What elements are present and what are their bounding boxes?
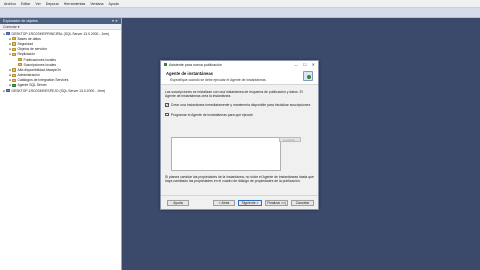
menu-bar: Archivo Editar Ver Depurar Herramientas Venta… [0, 0, 480, 8]
schedule-description-box [171, 137, 281, 171]
object-explorer-panel: Explorador de objetos ▾ ✕ Conectar ▾ ⊟ DE… [0, 18, 122, 270]
next-button[interactable]: Siguiente > [238, 200, 262, 206]
tree-node[interactable]: ⊞ DESKTOP-1RC0SKE\ESPEJO (SQL Server 13.0… [0, 88, 121, 93]
close-icon[interactable]: ✕ [312, 62, 315, 67]
folder-icon [12, 47, 16, 51]
finish-button[interactable]: Finalizar >>| [265, 200, 288, 206]
intro-text: Las suscripciones se inicializan con una… [165, 90, 303, 99]
tree-node-label: Replicación [17, 52, 36, 57]
tree-node-label: Publicaciones locales [23, 57, 56, 62]
new-publication-wizard-dialog: Asistente para nueva publicación — ☐ ✕ A… [160, 60, 319, 210]
snapshot-note-text: Si planea cambiar las propiedades de la … [165, 175, 314, 184]
tree-node-label: DESKTOP-1RC0SKE\PRINCIPAL (SQL Server 13… [11, 31, 110, 36]
wizard-app-icon [164, 63, 167, 66]
panel-pin-close-icon[interactable]: ▾ ✕ [112, 18, 118, 24]
wizard-page-subheading: Especifique cuándo se debe ejecutar el A… [170, 77, 267, 82]
snapshot-agent-icon [303, 71, 313, 81]
create-snapshot-label: Crear una instantánea inmediatamente y m… [170, 103, 311, 108]
folder-icon [12, 68, 16, 72]
back-button[interactable]: < Atrás [213, 200, 235, 206]
change-schedule-button[interactable]: Cambiar... [279, 137, 301, 142]
tree-node-label: Bases de datos [17, 36, 41, 41]
maximize-icon[interactable]: ☐ [303, 62, 307, 67]
cancel-button[interactable]: Cancelar [291, 200, 314, 206]
minimize-icon[interactable]: — [294, 62, 298, 67]
tree-node-label: Administración [17, 73, 40, 78]
menu-herramientas[interactable]: Herramientas [64, 0, 86, 8]
connect-button[interactable]: Conectar ▾ [3, 24, 19, 30]
create-snapshot-checkbox[interactable]: ✓ [165, 103, 169, 108]
wizard-page-heading: Agente de instantáneas [166, 71, 214, 76]
tree-node[interactable]: ⊟ DESKTOP-1RC0SKE\PRINCIPAL (SQL Server 1… [0, 31, 121, 36]
server-icon [6, 89, 10, 93]
tree-node-label: Suscripciones locales [23, 62, 57, 67]
menu-ayuda[interactable]: Ayuda [109, 0, 119, 8]
server-icon [6, 32, 10, 36]
schedule-agent-checkbox[interactable] [165, 112, 169, 117]
menu-ventana[interactable]: Ventana [90, 0, 103, 8]
folder-icon [12, 42, 16, 46]
dialog-title: Asistente para nueva publicación [169, 62, 222, 67]
schedule-agent-option[interactable]: Programar el Agente de instantáneas para… [165, 112, 314, 117]
folder-icon [12, 37, 16, 41]
create-snapshot-option[interactable]: ✓ Crear una instantánea inmediatamente y… [165, 103, 314, 107]
dialog-title-bar: Asistente para nueva publicación — ☐ ✕ [161, 61, 318, 68]
schedule-agent-label: Programar el Agente de instantáneas para… [170, 112, 253, 117]
menu-archivo[interactable]: Archivo [4, 0, 16, 8]
wizard-page-header: Agente de instantáneas Especifique cuánd… [161, 68, 318, 85]
tree-node-label: Catálogos de Integration Services [17, 78, 69, 83]
help-button[interactable]: Ayuda [167, 200, 189, 206]
folder-icon [12, 52, 16, 56]
tree-node-label: Alta disponibilidad AlwaysOn [17, 67, 61, 72]
menu-ver[interactable]: Ver [35, 0, 40, 8]
folder-icon [12, 78, 16, 82]
folder-icon [18, 63, 22, 67]
main-toolbar [0, 8, 480, 18]
menu-editar[interactable]: Editar [21, 0, 30, 8]
tree-node-label: Seguridad [17, 41, 33, 46]
object-explorer-tree: ⊟ DESKTOP-1RC0SKE\PRINCIPAL (SQL Server 1… [0, 30, 121, 93]
tree-node-label: Objetos de servidor [17, 47, 47, 52]
menu-depurar[interactable]: Depurar [46, 0, 59, 8]
agent-icon [12, 83, 16, 88]
folder-icon [12, 73, 16, 77]
folder-icon [18, 57, 22, 62]
wizard-footer: Ayuda < Atrás Siguiente > Finalizar >>| … [161, 195, 318, 209]
wizard-page-body: Las suscripciones se inicializan con una… [161, 85, 318, 122]
tree-node-label: DESKTOP-1RC0SKE\ESPEJO (SQL Server 13.0.… [11, 88, 106, 93]
tree-node-label: Agente SQL Server [17, 83, 47, 88]
